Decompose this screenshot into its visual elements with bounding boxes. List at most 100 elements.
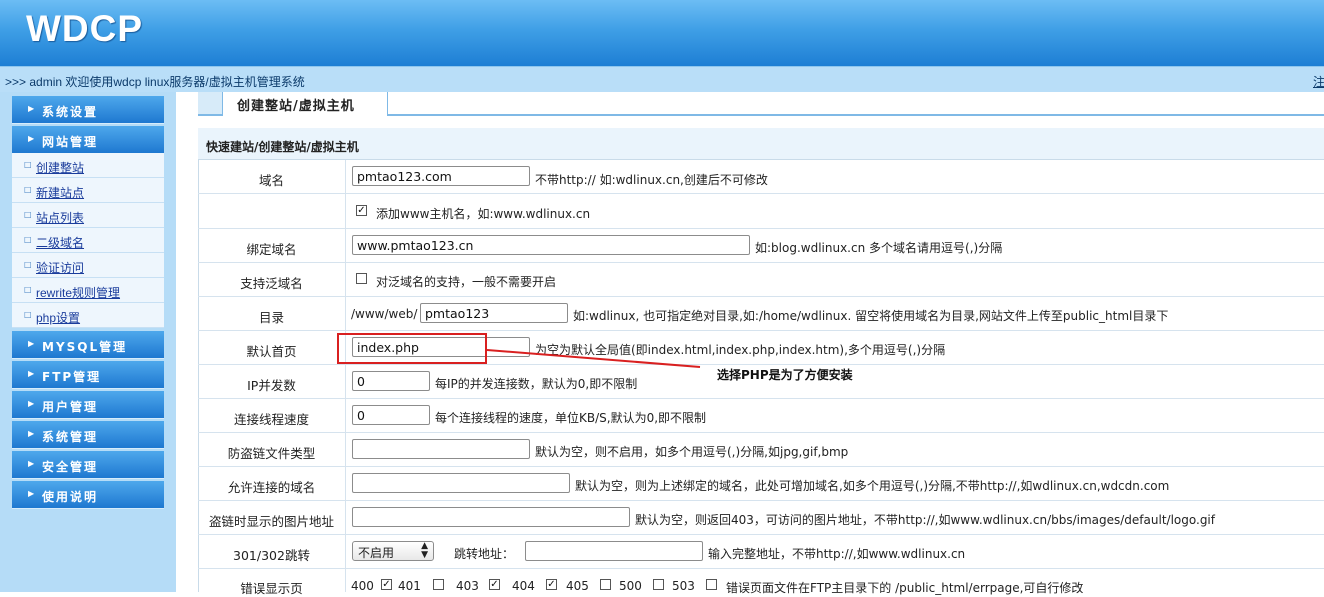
bind-domain-input[interactable]: www.pmtao123.cn: [352, 235, 750, 255]
hotlink-image-input[interactable]: [352, 507, 630, 527]
arrow-right-icon: ▶: [28, 104, 37, 113]
bullet-icon: □: [24, 260, 32, 269]
error-403-checkbox[interactable]: ✓: [489, 579, 500, 590]
sidebar-item-create-site[interactable]: □ 创建整站: [12, 153, 164, 178]
field-hint: 添加www主机名，如:www.wdlinux.cn: [376, 207, 591, 221]
thread-speed-input[interactable]: 0: [352, 405, 430, 425]
ip-concurrency-input[interactable]: 0: [352, 371, 430, 391]
row-domain: 域名 pmtao123.com 不带http:// 如:wdlinux.cn,创…: [198, 160, 1324, 194]
field-label: 绑定域名: [246, 242, 297, 257]
menu-ftp[interactable]: ▶ FTP管理: [12, 361, 164, 389]
field-hint: 默认为空，则返回403，可访问的图片地址，不带http://,如www.wdli…: [635, 513, 1215, 527]
bullet-icon: □: [24, 285, 32, 294]
add-www-checkbox[interactable]: ✓: [356, 205, 367, 216]
menu-label: 用户管理: [42, 400, 99, 414]
field-hint: 每IP的并发连接数，默认为0,即不限制: [435, 377, 638, 391]
welcome-text: >>> admin 欢迎使用wdcp linux服务器/虚拟主机管理系统: [5, 75, 305, 89]
field-label: 连接线程速度: [233, 412, 309, 427]
arrow-right-icon: ▶: [28, 489, 37, 498]
row-hotlink-image: 盗链时显示的图片地址 默认为空，则返回403，可访问的图片地址，不带http:/…: [198, 501, 1324, 535]
field-label: 301/302跳转: [233, 548, 310, 563]
sidebar-item-label[interactable]: php设置: [36, 309, 80, 326]
row-redirect: 301/302跳转 不启用 ▲ ▼ 跳转地址： 输入完整地址，不带http://,…: [198, 535, 1324, 569]
error-code-label: 401: [398, 579, 421, 593]
arrow-right-icon: ▶: [28, 134, 37, 143]
sidebar-item-site-list[interactable]: □ 站点列表: [12, 203, 164, 228]
menu-help[interactable]: ▶ 使用说明: [12, 481, 164, 509]
error-code-label: 405: [566, 579, 589, 593]
wildcard-checkbox[interactable]: [356, 273, 367, 284]
logout-link[interactable]: 注: [1313, 73, 1324, 90]
sidebar-item-new-site[interactable]: □ 新建站点: [12, 178, 164, 203]
bullet-icon: □: [24, 160, 32, 169]
error-code-label: 403: [456, 579, 479, 593]
field-hint: 为空为默认全局值(即index.html,index.php,index.htm…: [535, 343, 946, 357]
menu-security[interactable]: ▶ 安全管理: [12, 451, 164, 479]
sidebar-item-rewrite-rules[interactable]: □ rewrite规则管理: [12, 278, 164, 303]
redirect-address-input[interactable]: [525, 541, 703, 561]
hotlink-types-input[interactable]: [352, 439, 530, 459]
menu-system-settings[interactable]: ▶ 系统设置: [12, 96, 164, 124]
field-hint: 输入完整地址，不带http://,如www.wdlinux.cn: [708, 547, 966, 561]
field-hint: 错误页面文件在FTP主目录下的 /public_html/errpage,可自行…: [726, 581, 1084, 595]
field-label: 盗链时显示的图片地址: [208, 514, 334, 529]
row-directory: 目录 /www/web/ pmtao123 如:wdlinux, 也可指定绝对目…: [198, 297, 1324, 331]
field-label: 目录: [258, 310, 284, 325]
menu-label: 安全管理: [42, 460, 99, 474]
menu-system-management[interactable]: ▶ 系统管理: [12, 421, 164, 449]
sidebar-item-label[interactable]: rewrite规则管理: [36, 284, 120, 301]
field-label: 防盗链文件类型: [227, 446, 316, 461]
sidebar-item-label[interactable]: 二级域名: [36, 234, 84, 251]
redirect-select[interactable]: 不启用 ▲ ▼: [352, 541, 434, 561]
error-code-label: 503: [672, 579, 695, 593]
error-400-checkbox[interactable]: ✓: [381, 579, 392, 590]
menu-label: MYSQL管理: [42, 340, 128, 354]
arrow-right-icon: ▶: [28, 429, 37, 438]
error-404-checkbox[interactable]: ✓: [546, 579, 557, 590]
sidebar-item-label[interactable]: 验证访问: [36, 259, 84, 276]
field-hint: 默认为空，则不启用，如多个用逗号(,)分隔,如jpg,gif,bmp: [535, 445, 849, 459]
error-500-checkbox[interactable]: [653, 579, 664, 590]
sidebar-item-label[interactable]: 站点列表: [36, 209, 84, 226]
tab-label: 创建整站/虚拟主机: [237, 99, 355, 114]
bullet-icon: □: [24, 210, 32, 219]
allowed-domains-input[interactable]: [352, 473, 570, 493]
directory-input[interactable]: pmtao123: [420, 303, 568, 323]
dir-prefix: /www/web/: [351, 307, 418, 321]
menu-users[interactable]: ▶ 用户管理: [12, 391, 164, 419]
error-401-checkbox[interactable]: [433, 579, 444, 590]
row-wildcard: 支持泛域名 对泛域名的支持，一般不需要开启: [198, 263, 1324, 297]
redirect-addr-label: 跳转地址：: [454, 547, 515, 561]
menu-mysql[interactable]: ▶ MYSQL管理: [12, 331, 164, 359]
field-label: 默认首页: [246, 344, 297, 359]
sidebar-item-php-settings[interactable]: □ php设置: [12, 303, 164, 328]
field-label: IP并发数: [247, 378, 296, 393]
menu-label: 系统设置: [42, 105, 99, 119]
form-title: 快速建站/创建整站/虚拟主机: [206, 140, 359, 154]
row-hotlink-types: 防盗链文件类型 默认为空，则不启用，如多个用逗号(,)分隔,如jpg,gif,b…: [198, 433, 1324, 467]
domain-input[interactable]: pmtao123.com: [352, 166, 530, 186]
row-add-www: ✓ 添加www主机名，如:www.wdlinux.cn: [198, 194, 1324, 229]
sidebar-item-subdomain[interactable]: □ 二级域名: [12, 228, 164, 253]
field-hint: 如:wdlinux, 也可指定绝对目录,如:/home/wdlinux. 留空将…: [573, 309, 1169, 323]
menu-site-management[interactable]: ▶ 网站管理: [12, 126, 164, 154]
field-label: 允许连接的域名: [227, 480, 316, 495]
tab-strip: [198, 92, 222, 114]
arrow-right-icon: ▶: [28, 399, 37, 408]
field-label: 支持泛域名: [240, 276, 303, 291]
sidebar-item-label[interactable]: 新建站点: [36, 184, 84, 201]
tab-create-site[interactable]: 创建整站/虚拟主机: [222, 92, 388, 116]
arrow-right-icon: ▶: [28, 459, 37, 468]
error-503-checkbox[interactable]: [706, 579, 717, 590]
wdcp-logo: WDCP: [26, 8, 144, 49]
menu-label: 网站管理: [42, 135, 99, 149]
field-hint: 对泛域名的支持，一般不需要开启: [376, 275, 557, 289]
bullet-icon: □: [24, 310, 32, 319]
sidebar-item-label[interactable]: 创建整站: [36, 159, 84, 176]
error-405-checkbox[interactable]: [600, 579, 611, 590]
sidebar-item-auth-access[interactable]: □ 验证访问: [12, 253, 164, 278]
bullet-icon: □: [24, 235, 32, 244]
row-thread-speed: 连接线程速度 0 每个连接线程的速度，单位KB/S,默认为0,即不限制: [198, 399, 1324, 433]
form-header: 快速建站/创建整站/虚拟主机: [198, 128, 1324, 160]
error-code-label: 500: [619, 579, 642, 593]
